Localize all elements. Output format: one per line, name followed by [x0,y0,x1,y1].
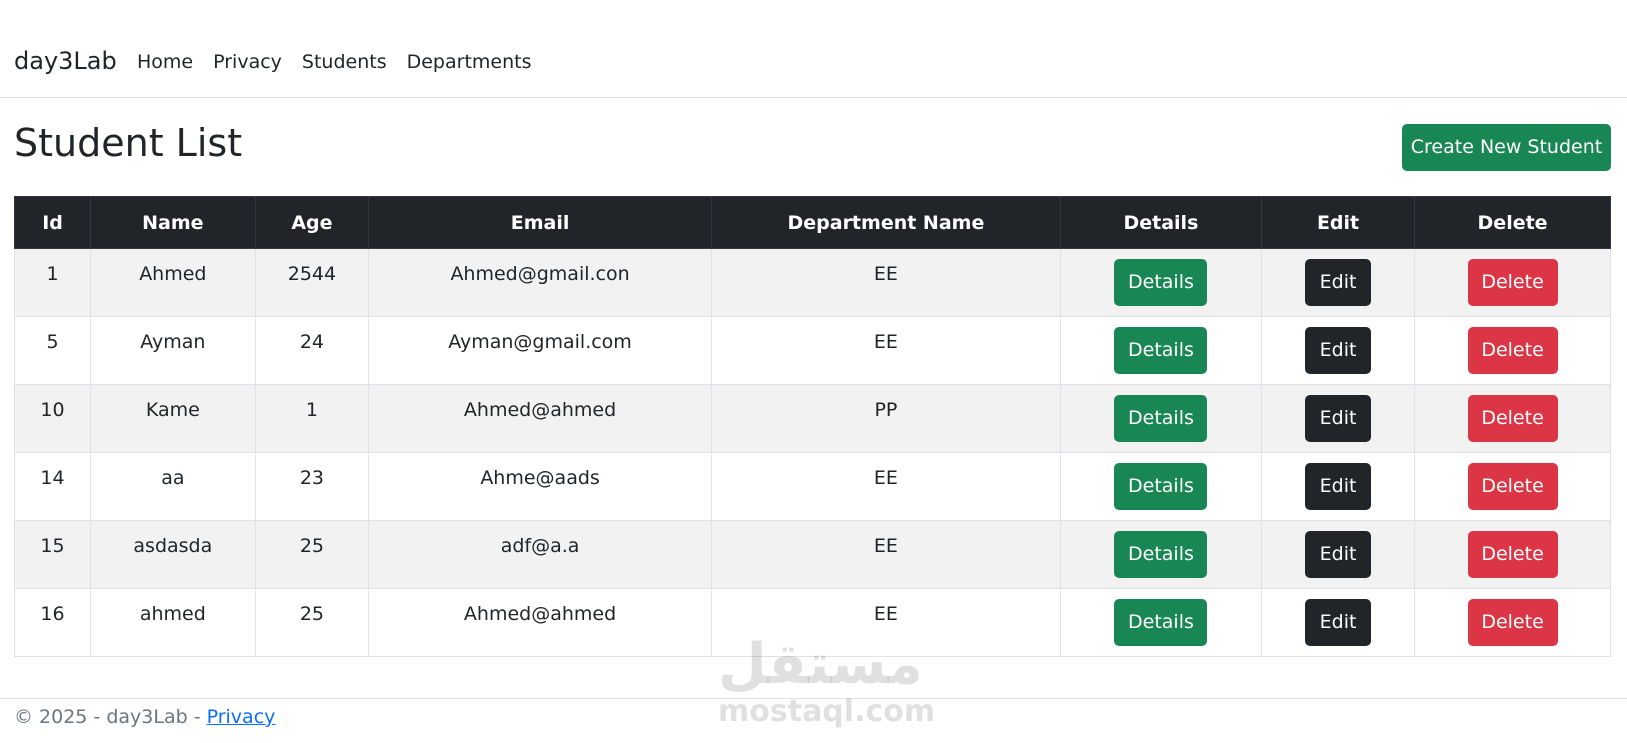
cell-email: Ahmed@ahmed [368,588,712,657]
cell-department: EE [710,248,1061,317]
create-new-student-button[interactable]: Create New Student [1402,124,1611,171]
cell-details: Details [1059,452,1262,521]
cell-age: 25 [254,520,370,589]
cell-name: asdasda [90,520,256,589]
cell-age: 24 [254,316,370,385]
table-row: 5 Ayman 24 Ayman@gmail.com EE Details Ed… [13,316,1611,385]
column-header-name: Name [90,196,256,249]
nav-link-privacy[interactable]: Privacy [203,50,292,74]
cell-delete: Delete [1414,452,1611,521]
cell-name: Ahmed [90,248,256,317]
cell-delete: Delete [1414,520,1611,589]
edit-button[interactable]: Edit [1305,327,1372,374]
column-header-edit: Edit [1260,196,1416,249]
cell-id: 14 [13,452,92,521]
table-row: 1 Ahmed 2544 Ahmed@gmail.con EE Details … [13,248,1611,317]
cell-department: EE [710,316,1061,385]
nav-link-departments[interactable]: Departments [397,50,542,74]
cell-name: ahmed [90,588,256,657]
cell-age: 25 [254,588,370,657]
column-header-id: Id [13,196,92,249]
edit-button[interactable]: Edit [1305,259,1372,306]
navbar: day3Lab Home Privacy Students Department… [0,0,1627,98]
cell-edit: Edit [1260,520,1416,589]
column-header-department: Department Name [710,196,1061,249]
edit-button[interactable]: Edit [1305,395,1372,442]
cell-details: Details [1059,316,1262,385]
table-header-row: Id Name Age Email Department Name Detail… [13,196,1611,249]
cell-email: Ahmed@gmail.con [368,248,712,317]
cell-delete: Delete [1414,248,1611,317]
delete-button[interactable]: Delete [1467,463,1558,510]
column-header-details: Details [1059,196,1262,249]
delete-button[interactable]: Delete [1467,599,1558,646]
cell-age: 1 [254,384,370,453]
nav-link-home[interactable]: Home [137,50,203,74]
cell-details: Details [1059,520,1262,589]
cell-email: Ayman@gmail.com [368,316,712,385]
cell-details: Details [1059,588,1262,657]
table-row: 15 asdasda 25 adf@a.a EE Details Edit De… [13,520,1611,589]
cell-edit: Edit [1260,588,1416,657]
table-row: 10 Kame 1 Ahmed@ahmed PP Details Edit De… [13,384,1611,453]
cell-email: Ahme@aads [368,452,712,521]
watermark-arabic-text: مستقل [718,632,923,697]
column-header-age: Age [254,196,370,249]
watermark-latin-text: mostaql.com [718,694,936,729]
column-header-delete: Delete [1414,196,1611,249]
cell-delete: Delete [1414,588,1611,657]
watermark: مستقل mostaql.com [718,632,936,729]
edit-button[interactable]: Edit [1305,463,1372,510]
nav-link-students[interactable]: Students [292,50,397,74]
edit-button[interactable]: Edit [1305,599,1372,646]
cell-delete: Delete [1414,316,1611,385]
details-button[interactable]: Details [1114,259,1208,306]
cell-id: 16 [13,588,92,657]
delete-button[interactable]: Delete [1467,531,1558,578]
cell-name: Ayman [90,316,256,385]
edit-button[interactable]: Edit [1305,531,1372,578]
cell-details: Details [1059,384,1262,453]
page-title: Student List [14,121,243,165]
cell-edit: Edit [1260,248,1416,317]
brand-link[interactable]: day3Lab [14,46,117,76]
column-header-email: Email [368,196,712,249]
table-row: 14 aa 23 Ahme@aads EE Details Edit Delet… [13,452,1611,521]
details-button[interactable]: Details [1114,395,1208,442]
details-button[interactable]: Details [1114,327,1208,374]
nav-links: Home Privacy Students Departments [137,50,541,74]
cell-edit: Edit [1260,316,1416,385]
cell-age: 23 [254,452,370,521]
cell-department: EE [710,520,1061,589]
cell-email: adf@a.a [368,520,712,589]
details-button[interactable]: Details [1114,463,1208,510]
cell-department: PP [710,384,1061,453]
footer-copyright: © 2025 - day3Lab - [14,706,207,728]
footer-text: © 2025 - day3Lab - Privacy [14,705,275,729]
cell-department: EE [710,452,1061,521]
cell-name: Kame [90,384,256,453]
cell-email: Ahmed@ahmed [368,384,712,453]
cell-edit: Edit [1260,452,1416,521]
footer-privacy-link[interactable]: Privacy [207,706,276,728]
cell-id: 15 [13,520,92,589]
cell-age: 2544 [254,248,370,317]
cell-edit: Edit [1260,384,1416,453]
cell-id: 1 [13,248,92,317]
details-button[interactable]: Details [1114,531,1208,578]
cell-name: aa [90,452,256,521]
delete-button[interactable]: Delete [1467,327,1558,374]
details-button[interactable]: Details [1114,599,1208,646]
students-table: Id Name Age Email Department Name Detail… [13,196,1611,657]
delete-button[interactable]: Delete [1467,259,1558,306]
cell-id: 5 [13,316,92,385]
cell-delete: Delete [1414,384,1611,453]
cell-details: Details [1059,248,1262,317]
delete-button[interactable]: Delete [1467,395,1558,442]
cell-id: 10 [13,384,92,453]
